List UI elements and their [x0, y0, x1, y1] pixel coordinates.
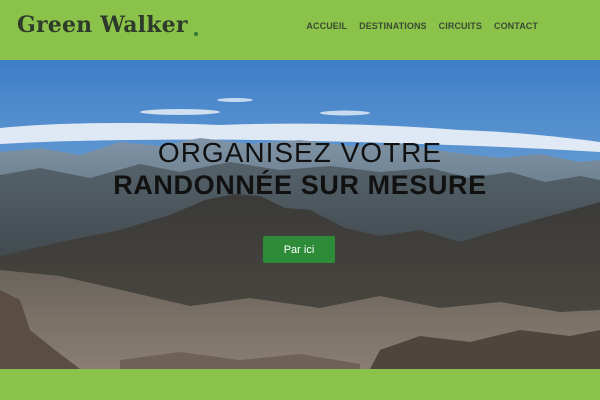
hero-title-line1: ORGANISEZ VOTRE: [157, 137, 443, 168]
hero-mountain-image: [0, 60, 600, 369]
hero-section: ORGANISEZ VOTRE RANDONNÉE SUR MESURE Par…: [0, 60, 600, 369]
nav-item-accueil[interactable]: ACCUEIL: [306, 21, 347, 31]
nav-item-circuits[interactable]: CIRCUITS: [439, 21, 482, 31]
site-header: Green Walker ACCUEIL DESTINATIONS CIRCUI…: [0, 0, 600, 60]
brand-name: Green Walker: [17, 12, 188, 38]
main-nav: ACCUEIL DESTINATIONS CIRCUITS CONTACT: [306, 21, 538, 31]
nav-item-destinations[interactable]: DESTINATIONS: [359, 21, 427, 31]
nav-item-contact[interactable]: CONTACT: [494, 21, 538, 31]
hero-title-line2: RANDONNÉE SUR MESURE: [113, 170, 487, 200]
footer-band: [0, 369, 600, 400]
site-logo[interactable]: Green Walker: [17, 12, 198, 38]
logo-dot-icon: [193, 32, 198, 36]
par-ici-button[interactable]: Par ici: [263, 236, 335, 263]
